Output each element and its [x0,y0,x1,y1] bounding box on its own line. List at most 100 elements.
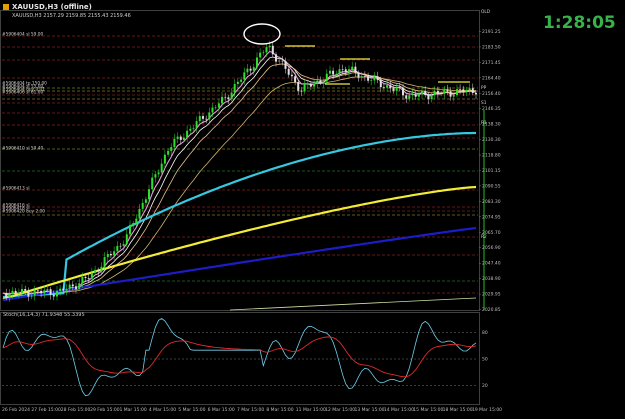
candle-body [21,289,23,294]
candle-body [335,73,338,75]
candle-body [459,89,462,90]
candle-body [306,84,309,85]
candle-body [119,245,122,247]
candle-body [386,85,389,88]
candle-body [344,69,347,73]
candle-body [313,83,316,87]
candle-body [417,94,420,97]
price-axis-label: 2074.95 [482,214,501,220]
candle-body [97,269,100,272]
price-axis-label: 2029.95 [482,292,501,298]
candle-body [421,90,423,95]
candle-body [109,254,112,256]
price-chart[interactable]: #5906404 sl 59.00#5906404 tp 150.00#5906… [0,0,625,419]
candle-body [106,254,109,258]
candle-body [30,295,33,297]
ema-blue-line [2,226,477,302]
candle-body [332,70,335,75]
candle-body [338,69,341,74]
level-label: #5906406 sl 61.00 [2,90,43,96]
candle-body [208,112,211,120]
candle-body [214,107,217,109]
ema-tan-line [2,76,477,294]
candle-body [414,94,417,97]
candle-body [465,89,468,93]
pivot-pp-label: PP [481,85,487,91]
candle-body [271,45,274,55]
candle-body [287,68,290,75]
candle-body [303,84,306,92]
time-axis-label: 13 Mar 15:00 [355,407,385,413]
price-axis[interactable]: 2191.25 2183.50 2171.45 2164.40 2156.40 2146.… [479,29,501,313]
level-label: #5906413 sl [2,186,30,192]
candle-body [198,116,201,122]
price-axis-label: 2164.40 [482,75,501,81]
pivot-s1-label: S1 [481,100,487,106]
candle-body [56,290,58,297]
candle-body [151,177,154,190]
stoch-main-line [2,318,477,397]
time-axis-label: 7 Mar 15:00 [237,407,264,413]
candle-body [46,289,49,291]
candle-body [290,74,293,77]
candle-body [186,130,189,138]
price-axis-label: 2101.15 [482,168,501,174]
candle-body [52,294,55,297]
moving-averages [2,45,477,311]
candle-body [167,150,170,155]
candle-body [129,224,131,235]
candle-body [17,293,20,294]
candle-body [468,88,471,90]
candle-body [309,84,312,87]
candle-body [373,76,376,81]
time-axis[interactable]: 26 Feb 2024 27 Feb 15:00 28 Feb 15:00 29 Fe… [2,407,502,413]
candle-body [456,89,458,96]
chart-window[interactable]: XAUUSD,H3 (offline) XAUUSD,H3 2157.29 21… [0,0,625,419]
candle-body [452,95,455,97]
candle-body [192,127,195,129]
candle-body [424,90,427,95]
time-axis-label: 6 Mar 15:00 [208,407,235,413]
candle-body [205,118,208,120]
time-axis-label: 8 Mar 15:00 [266,407,293,413]
candle-body [14,290,17,294]
candle-body [116,245,119,252]
time-axis-label: 19 Mar 15:00 [472,407,502,413]
candle-body [154,174,157,178]
stochastic-oscillator [2,318,477,397]
candle-body [436,91,439,94]
candle-body [348,69,350,73]
candle-body [230,92,233,99]
level-label: #5906420 buy 2.00 [2,209,45,215]
oscillator-level-label: 80 [482,330,488,336]
candle-body [62,288,65,291]
candle-body [360,76,363,78]
candle-body [433,91,436,96]
candle-body [33,290,36,296]
time-axis-label: 15 Mar 15:00 [413,407,443,413]
candle-body [475,93,477,95]
candle-body [316,80,319,84]
candle-body [221,96,223,104]
candle-body [36,290,39,291]
candle-body [100,266,103,272]
candle-body [132,223,135,225]
price-axis-label: 2020.85 [482,307,501,313]
candle-body [265,47,268,53]
candle-body [122,244,125,246]
candle-body [341,69,344,70]
candle-body [379,79,382,88]
candle-body [256,57,258,68]
stoch-signal-line [2,336,477,378]
candle-body [176,136,179,139]
candle-body [160,163,163,173]
price-axis-label: 2065.70 [482,230,501,236]
candle-body [87,278,90,279]
candle-body [370,80,373,81]
candle-body [202,116,204,119]
candle-body [411,94,414,96]
candle-body [189,128,192,131]
time-axis-label: 11 Mar 15:00 [296,407,326,413]
ellipse-annotation[interactable] [243,23,281,45]
candle-body [173,138,176,148]
